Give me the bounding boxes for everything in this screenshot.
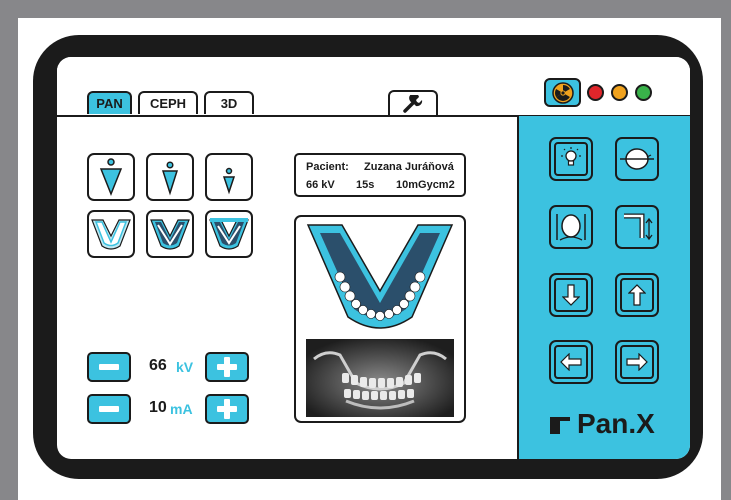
arch-wide-icon	[91, 219, 131, 250]
status-light-green	[635, 84, 652, 101]
arch-narrow-button[interactable]	[205, 210, 253, 258]
light-bulb-icon	[561, 147, 581, 166]
status-light-yellow	[611, 84, 628, 101]
arrow-left-icon	[560, 353, 582, 371]
exposure-dose: 10mGycm2	[396, 179, 455, 191]
panoramic-xray-image	[306, 339, 454, 417]
ma-unit: mA	[170, 401, 193, 417]
tab-ceph[interactable]: CEPH	[138, 91, 198, 114]
exposure-time: 15s	[356, 179, 375, 191]
settings-button[interactable]	[388, 90, 438, 116]
column-height-button[interactable]	[615, 205, 659, 249]
head-frontal-icon	[556, 214, 586, 241]
patient-small-button[interactable]	[205, 153, 253, 201]
pan-x-logo-icon	[550, 417, 570, 434]
patient-large-button[interactable]	[87, 153, 135, 201]
tab-pan[interactable]: PAN	[87, 91, 132, 114]
arrow-up-icon	[628, 284, 646, 306]
head-frontal-button[interactable]	[549, 205, 593, 249]
head-sagittal-icon	[620, 148, 654, 170]
column-height-icon	[624, 213, 653, 241]
head-sagittal-button[interactable]	[615, 137, 659, 181]
exposure-kv: 66 kV	[306, 179, 335, 191]
brand-logo: Pan.X	[549, 408, 655, 440]
plus-icon	[217, 399, 237, 419]
arrow-right-icon	[626, 353, 648, 371]
outer-frame-left	[0, 0, 18, 500]
patient-label: Pacient:	[306, 161, 349, 173]
arch-narrow-icon	[209, 218, 249, 250]
arch-wide-button[interactable]	[87, 210, 135, 258]
device-screen: PAN CEPH 3D 66 kV 10 mA Pacient: Zuzana …	[57, 57, 690, 459]
plus-icon	[217, 357, 237, 377]
outer-frame-top	[0, 0, 731, 18]
arch-medium-button[interactable]	[146, 210, 194, 258]
patient-name: Zuzana Juráňová	[364, 161, 454, 173]
radiation-icon	[551, 81, 574, 104]
ma-decrease-button[interactable]	[87, 394, 131, 424]
outer-frame-right	[721, 0, 731, 500]
ma-value: 10	[149, 399, 167, 416]
minus-icon	[99, 406, 119, 412]
status-light-red	[587, 84, 604, 101]
wrench-icon	[403, 95, 423, 113]
move-left-button[interactable]	[549, 340, 593, 384]
patient-medium-button[interactable]	[146, 153, 194, 201]
dental-arch-diagram	[306, 224, 454, 329]
ma-increase-button[interactable]	[205, 394, 249, 424]
arrow-down-icon	[562, 284, 580, 306]
radiation-button[interactable]	[544, 78, 581, 107]
kv-decrease-button[interactable]	[87, 352, 131, 382]
move-down-button[interactable]	[549, 273, 593, 317]
patient-large-icon	[99, 158, 123, 197]
patient-info-panel: Pacient: Zuzana Juráňová 66 kV 15s 10mGy…	[294, 153, 466, 197]
brand-name: Pan.X	[577, 408, 655, 439]
control-panel: Pan.X	[517, 116, 690, 459]
kv-increase-button[interactable]	[205, 352, 249, 382]
top-toolbar: PAN CEPH 3D	[57, 57, 690, 116]
patient-medium-icon	[161, 161, 179, 196]
move-right-button[interactable]	[615, 340, 659, 384]
kv-value: 66	[149, 357, 167, 374]
kv-unit: kV	[176, 359, 194, 375]
minus-icon	[99, 364, 119, 370]
arch-medium-icon	[150, 219, 190, 250]
move-up-button[interactable]	[615, 273, 659, 317]
light-button[interactable]	[549, 137, 593, 181]
scan-preview-panel	[294, 215, 466, 423]
patient-small-icon	[222, 167, 236, 195]
tab-3d[interactable]: 3D	[204, 91, 254, 114]
